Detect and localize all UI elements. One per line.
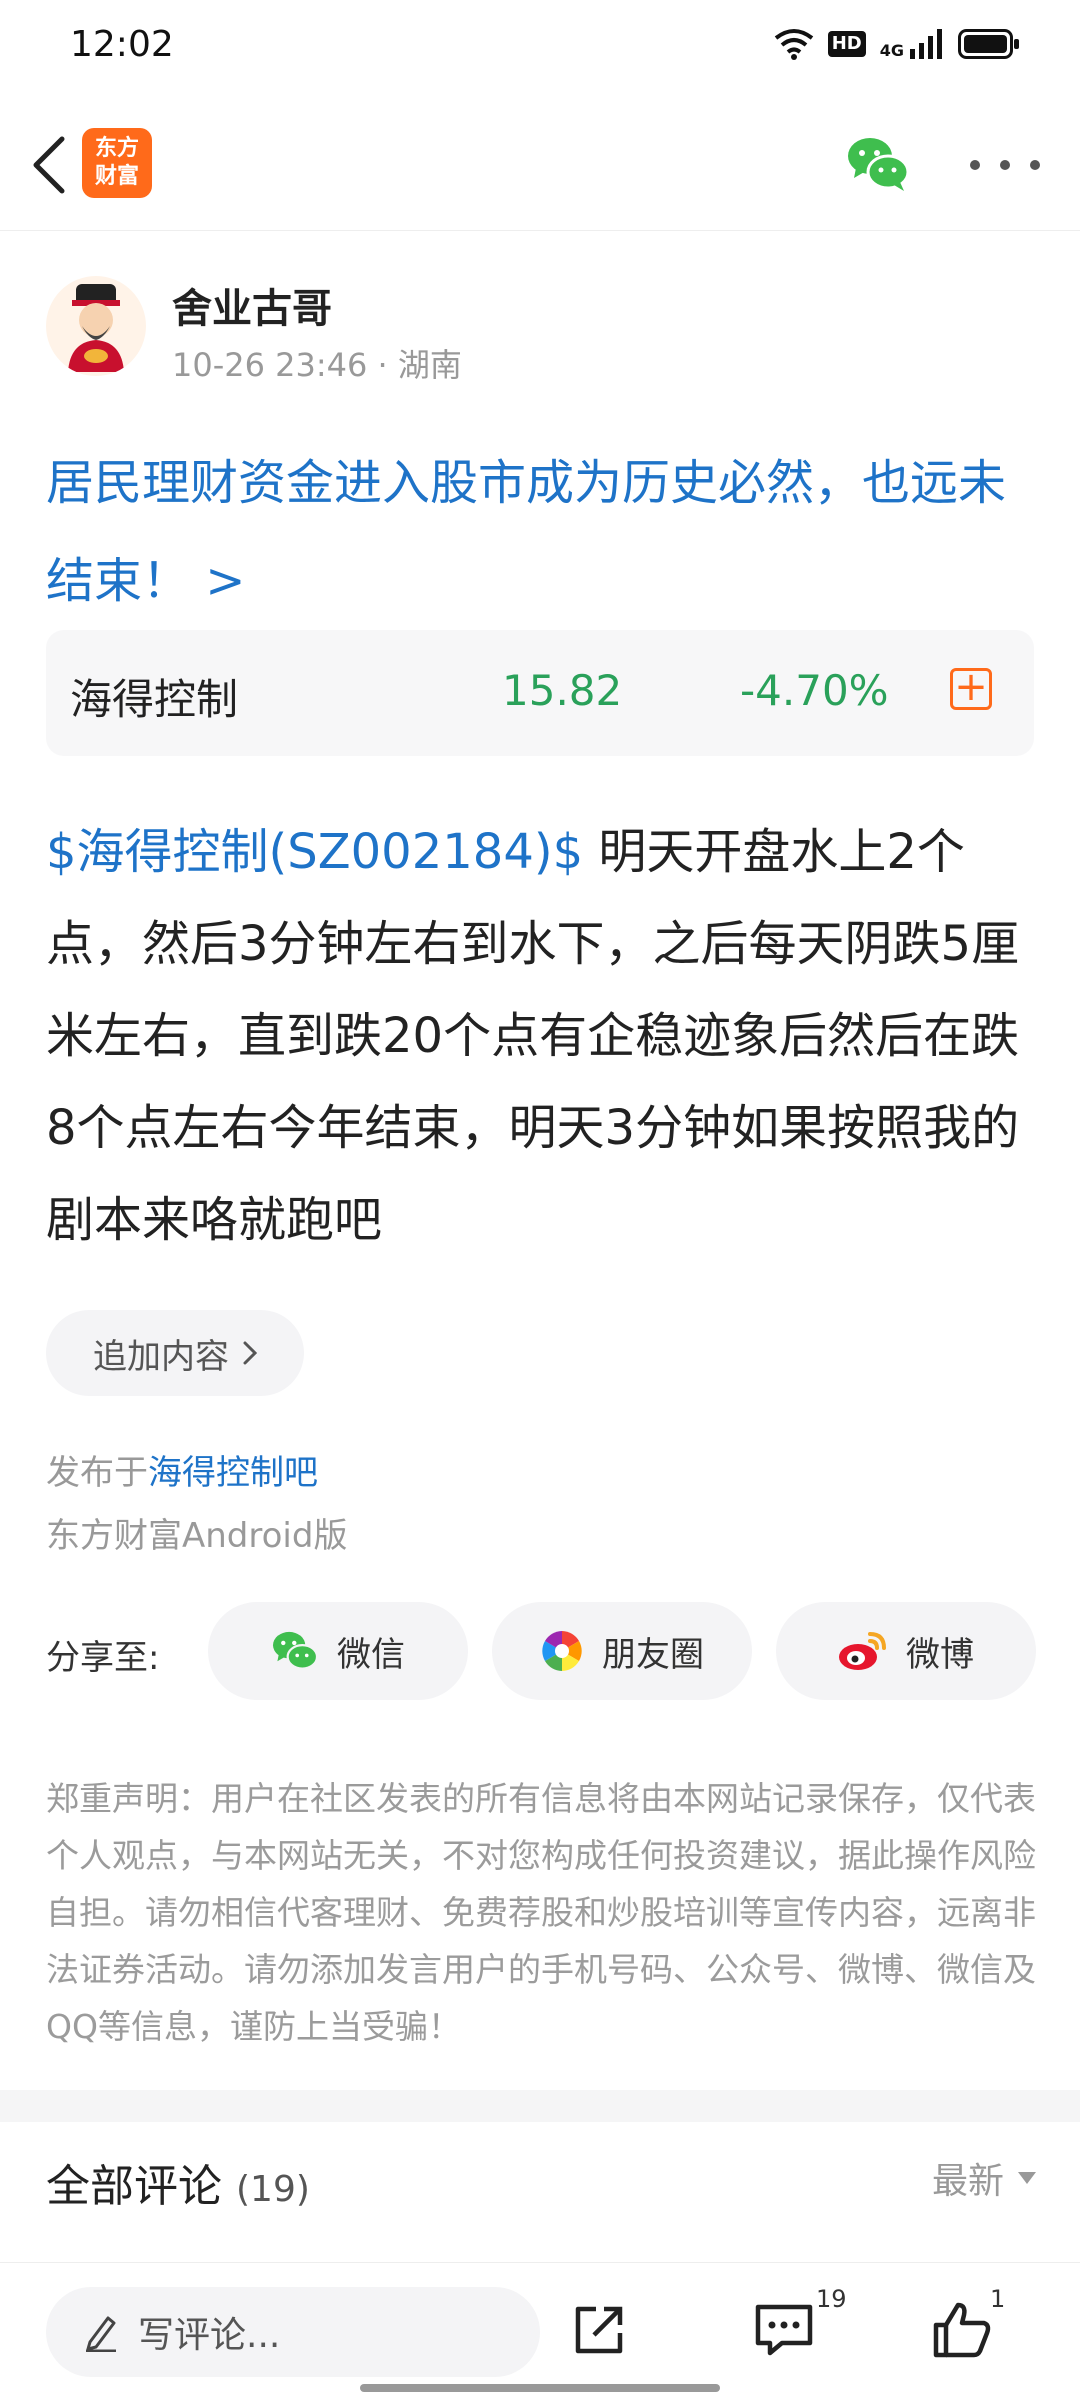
status-bar: 12:02 HD 4G (0, 0, 1080, 100)
like-count-badge: 1 (990, 2285, 1006, 2313)
stock-tag-link[interactable]: $海得控制(SZ002184)$ (46, 824, 583, 880)
stock-change-percent: -4.70% (740, 666, 889, 715)
section-divider (0, 2090, 1080, 2122)
posted-in: 发布于海得控制吧 (46, 1445, 318, 1494)
share-wechat-button[interactable]: 微信 (208, 1602, 468, 1700)
post-title-link[interactable]: 居民理财资金进入股市成为历史必然，也远未结束！ > (46, 434, 1036, 630)
post-time-location: 10-26 23:46 · 湖南 (172, 346, 462, 384)
weibo-icon (839, 1632, 886, 1670)
more-options-button[interactable] (970, 150, 1040, 180)
signal-icon: 4G (880, 29, 944, 59)
network-type: 4G (879, 41, 904, 60)
wechat-share-button[interactable] (846, 134, 910, 194)
logo-line-2: 财富 (94, 164, 139, 189)
wechat-icon (848, 138, 910, 191)
logo-line-1: 东方 (94, 136, 139, 161)
post-body-text: 明天开盘水上2个点，然后3分钟左右到水下，之后每天阴跌5厘米左右，直到跌20个点… (46, 824, 1020, 1248)
share-moments-label: 朋友圈 (602, 1634, 704, 1675)
comment-button[interactable] (752, 2297, 816, 2361)
author-info: 舍业古哥 10-26 23:46 · 湖南 (46, 268, 1046, 388)
back-button[interactable] (18, 130, 78, 200)
bottom-action-bar: 写评论... 19 1 (0, 2262, 1080, 2401)
comments-count: (19) (236, 2169, 310, 2210)
stock-price: 15.82 (502, 666, 623, 715)
author-name[interactable]: 舍业古哥 (172, 276, 332, 334)
comment-placeholder: 写评论... (138, 2315, 281, 2356)
status-icons: HD 4G (774, 28, 1020, 60)
forward-button[interactable] (568, 2297, 632, 2361)
status-time: 12:02 (70, 24, 174, 65)
caret-down-icon (1018, 2172, 1036, 2184)
pencil-icon (86, 2316, 116, 2352)
comment-count-badge: 19 (816, 2285, 847, 2313)
eastmoney-logo[interactable]: 东方 财富 (82, 128, 152, 198)
chevron-right-icon (243, 1341, 257, 1365)
stock-name: 海得控制 (70, 675, 239, 724)
home-indicator (360, 2384, 720, 2392)
more-dot-icon (970, 160, 980, 170)
disclaimer-text: 郑重声明：用户在社区发表的所有信息将由本网站记录保存，仅代表个人观点，与本网站无… (46, 1779, 1036, 2046)
client-source: 东方财富Android版 (46, 1516, 348, 1556)
post-body: $海得控制(SZ002184)$ 明天开盘水上2个点，然后3分钟左右到水下，之后… (46, 806, 1041, 1266)
share-label: 分享至: (46, 1638, 160, 1678)
posted-in-prefix: 发布于 (46, 1453, 148, 1493)
avatar[interactable] (46, 276, 146, 376)
like-button[interactable] (930, 2297, 994, 2361)
comments-title: 全部评论 (46, 2161, 222, 2212)
append-content-button[interactable]: 追加内容 (46, 1310, 304, 1396)
more-dot-icon (1000, 160, 1010, 170)
append-content-label: 追加内容 (93, 1336, 229, 1377)
thumbs-up-icon (933, 2302, 991, 2358)
wifi-icon (774, 29, 813, 60)
share-out-icon (575, 2306, 623, 2354)
top-nav-bar: 东方 财富 (0, 100, 1080, 231)
comment-bubble-icon (755, 2304, 813, 2356)
comment-sort-dropdown[interactable]: 最新 (932, 2152, 1036, 2204)
share-weibo-button[interactable]: 微博 (776, 1602, 1036, 1700)
comments-header: 全部评论 (19) (46, 2150, 310, 2214)
share-wechat-label: 微信 (337, 1634, 405, 1675)
wechat-icon (273, 1631, 319, 1670)
moments-aperture-icon (542, 1631, 582, 1671)
sort-label: 最新 (931, 2161, 1004, 2202)
chevron-left-icon (33, 136, 65, 194)
hd-badge: HD (827, 31, 866, 57)
stock-bar-link[interactable]: 海得控制吧 (148, 1453, 318, 1493)
more-dot-icon (1030, 160, 1040, 170)
stock-quote-card[interactable]: 海得控制 15.82 -4.70% + (46, 630, 1034, 756)
add-watchlist-button[interactable]: + (950, 667, 992, 710)
write-comment-input[interactable]: 写评论... (46, 2287, 540, 2377)
battery-icon (958, 29, 1019, 59)
share-weibo-label: 微博 (906, 1634, 974, 1675)
fortune-god-avatar-icon (68, 284, 124, 372)
share-moments-button[interactable]: 朋友圈 (492, 1602, 752, 1700)
